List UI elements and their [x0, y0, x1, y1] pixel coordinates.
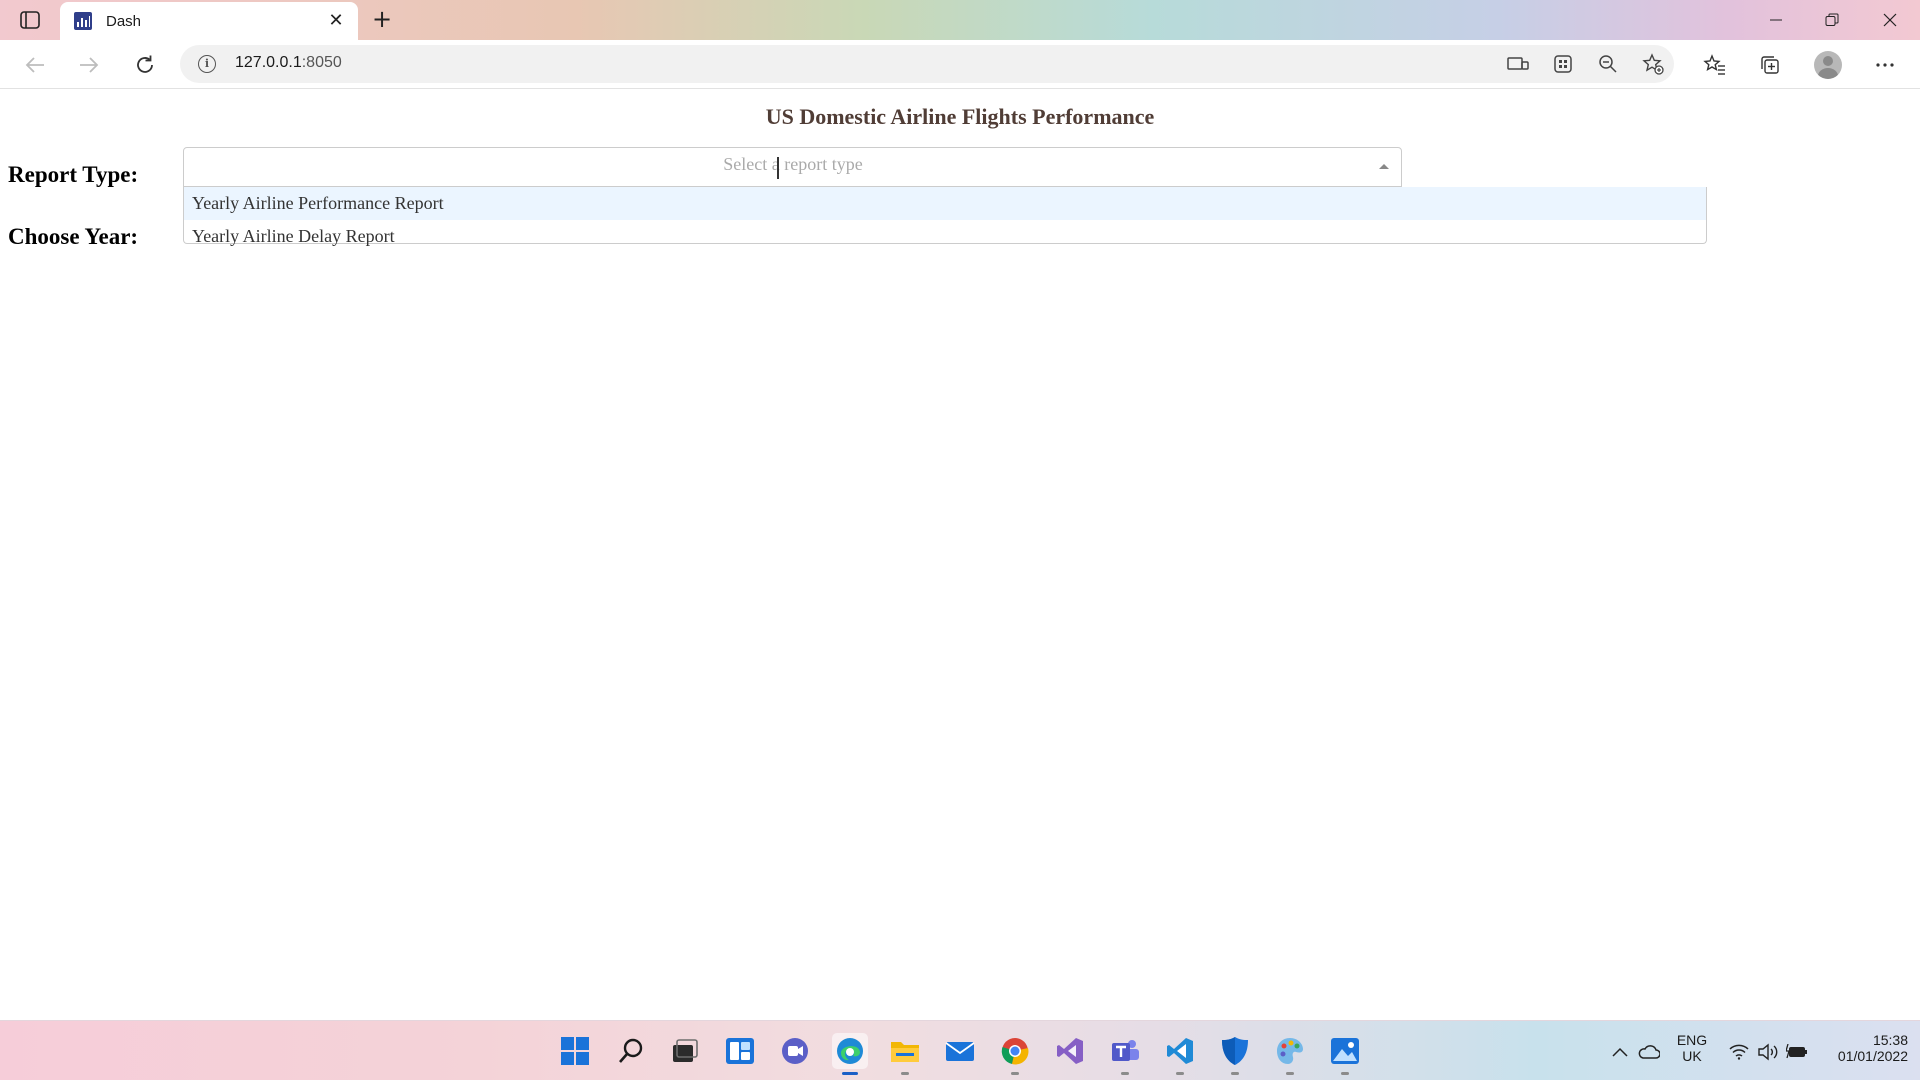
- paint-icon[interactable]: [1272, 1033, 1308, 1075]
- vscode-icon[interactable]: [1162, 1033, 1198, 1075]
- browser-tab-bar: Dash ✕ +: [0, 0, 1920, 40]
- show-hidden-icons-chevron-up-icon[interactable]: [1609, 1041, 1631, 1063]
- option-yearly-delay-report[interactable]: Yearly Airline Delay Report: [184, 220, 1706, 253]
- search-icon[interactable]: [613, 1033, 649, 1069]
- immersive-reader-icon[interactable]: [1507, 53, 1529, 75]
- report-type-menu: Yearly Airline Performance Report Yearly…: [183, 187, 1707, 246]
- task-view-icon[interactable]: [667, 1033, 703, 1069]
- tab-close-icon[interactable]: ✕: [326, 11, 346, 31]
- region-text: UK: [1682, 1048, 1702, 1064]
- battery-charging-icon[interactable]: [1786, 1041, 1808, 1063]
- address-bar[interactable]: i 127.0.0.1:8050: [180, 45, 1674, 83]
- minimize-button[interactable]: [1754, 4, 1798, 36]
- chat-icon[interactable]: [777, 1033, 813, 1069]
- defender-icon[interactable]: [1217, 1033, 1253, 1075]
- dash-favicon-icon: [74, 12, 92, 30]
- running-indicator: [1121, 1072, 1129, 1075]
- url-port: :8050: [301, 54, 342, 71]
- restore-button[interactable]: [1810, 4, 1854, 36]
- windows-taskbar: ENG UK 15:38 01/01/2022: [0, 1020, 1920, 1080]
- volume-icon[interactable]: [1757, 1041, 1779, 1063]
- tab-title: Dash: [106, 12, 142, 30]
- dash-page: US Domestic Airline Flights Performance …: [0, 90, 1920, 1020]
- forward-button[interactable]: [74, 50, 104, 80]
- favorites-icon[interactable]: [1700, 50, 1730, 80]
- add-favorite-icon[interactable]: [1642, 53, 1664, 75]
- clock-date: 01/01/2022: [1837, 1048, 1908, 1064]
- clock[interactable]: 15:38 01/01/2022: [1822, 1032, 1908, 1064]
- settings-more-icon[interactable]: [1870, 50, 1900, 80]
- running-indicator: [1286, 1072, 1294, 1075]
- back-button[interactable]: [20, 50, 50, 80]
- language-text: ENG: [1676, 1032, 1708, 1048]
- photos-icon[interactable]: [1327, 1033, 1363, 1075]
- url-host: 127.0.0.1: [235, 54, 302, 71]
- dropdown-placeholder: Select a report type: [723, 154, 863, 174]
- profile-avatar[interactable]: [1813, 50, 1843, 80]
- close-window-button[interactable]: [1868, 4, 1912, 36]
- language-indicator[interactable]: ENG UK: [1672, 1032, 1712, 1064]
- onedrive-cloud-icon[interactable]: [1638, 1041, 1660, 1063]
- url-text[interactable]: 127.0.0.1:8050: [235, 54, 342, 72]
- running-indicator: [1011, 1072, 1019, 1075]
- page-title: US Domestic Airline Flights Performance: [765, 104, 1155, 129]
- collections-icon[interactable]: [1755, 50, 1785, 80]
- browser-tab-dash[interactable]: Dash ✕: [60, 2, 358, 40]
- choose-year-label: Choose Year:: [8, 224, 139, 249]
- running-indicator: [1231, 1072, 1239, 1075]
- report-type-label: Report Type:: [8, 162, 139, 187]
- tab-actions-icon[interactable]: [18, 9, 42, 31]
- teams-icon[interactable]: [1107, 1033, 1143, 1075]
- widgets-icon[interactable]: [722, 1033, 758, 1069]
- chrome-icon[interactable]: [997, 1033, 1033, 1075]
- mail-icon[interactable]: [942, 1033, 978, 1069]
- wifi-icon[interactable]: [1728, 1041, 1750, 1063]
- running-indicator: [1176, 1072, 1184, 1075]
- zoom-out-icon[interactable]: [1597, 53, 1619, 75]
- avatar-icon: [1814, 51, 1842, 79]
- text-cursor: [777, 157, 779, 179]
- option-yearly-performance-report[interactable]: Yearly Airline Performance Report: [184, 187, 1706, 220]
- new-tab-button[interactable]: +: [368, 6, 396, 34]
- dropdown-arrow-up-icon[interactable]: [1379, 164, 1389, 169]
- visual-studio-icon[interactable]: [1052, 1033, 1088, 1069]
- active-indicator: [842, 1072, 858, 1075]
- apps-icon[interactable]: [1552, 53, 1574, 75]
- clock-time: 15:38: [1872, 1032, 1908, 1048]
- file-explorer-icon[interactable]: [887, 1033, 923, 1075]
- start-icon[interactable]: [557, 1033, 593, 1069]
- running-indicator: [901, 1072, 909, 1075]
- browser-toolbar: i 127.0.0.1:8050: [0, 40, 1920, 89]
- running-indicator: [1341, 1072, 1349, 1075]
- refresh-button[interactable]: [130, 50, 160, 80]
- site-info-icon[interactable]: i: [198, 55, 216, 73]
- report-type-dropdown[interactable]: Select a report type: [183, 147, 1402, 187]
- edge-icon[interactable]: [832, 1033, 868, 1075]
